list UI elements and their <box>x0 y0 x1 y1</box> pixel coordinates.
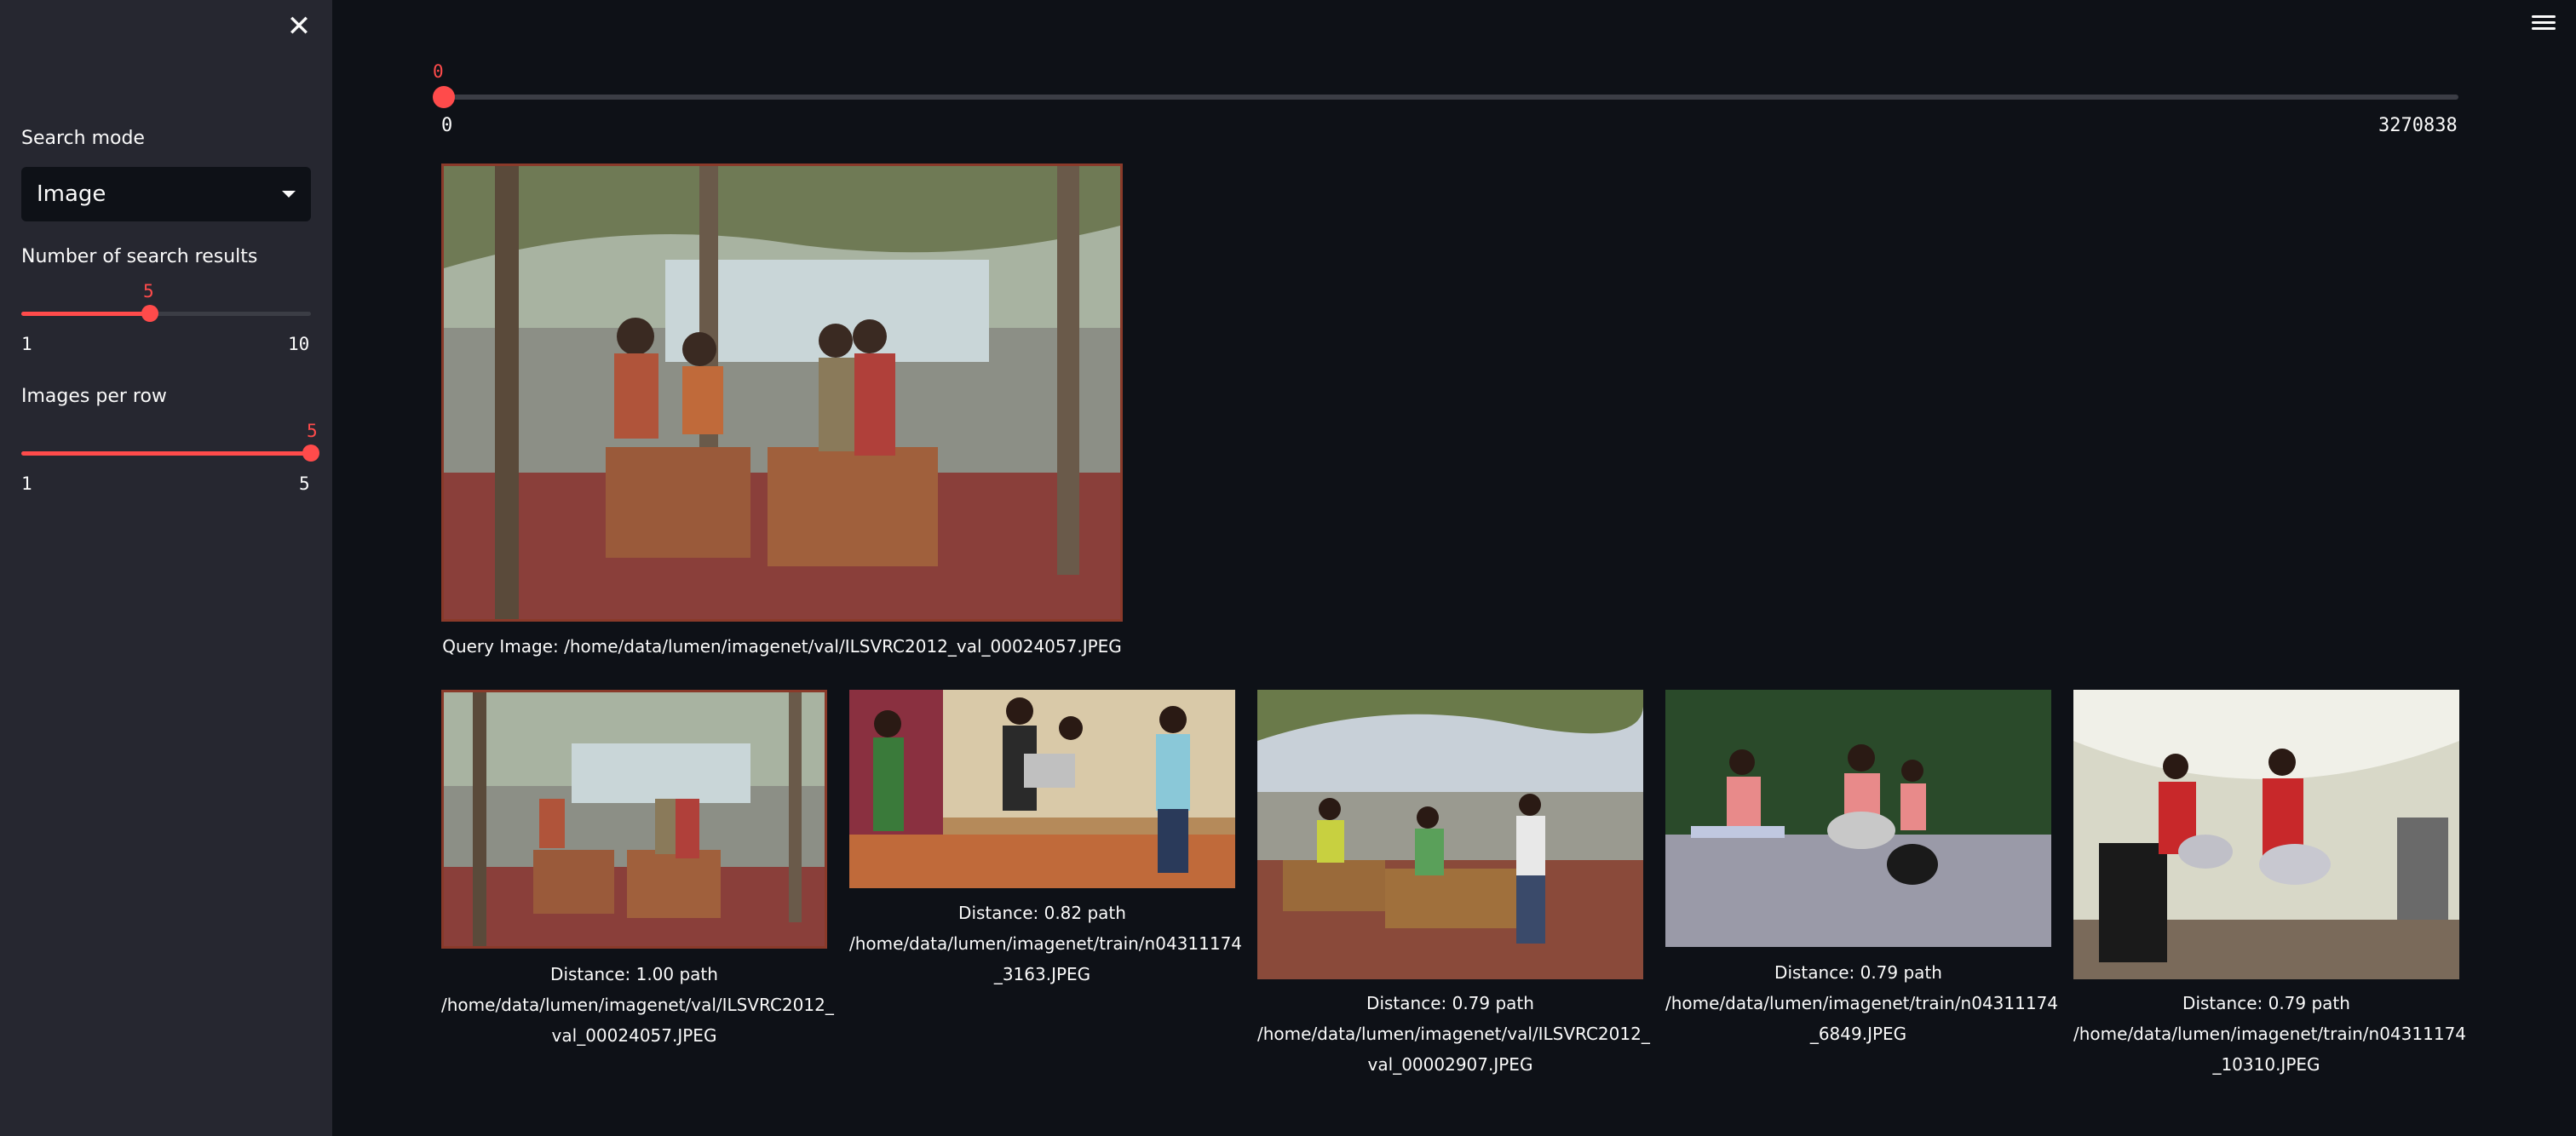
result-distance: Distance: 0.79 path <box>1366 993 1534 1013</box>
images-per-row-slider-thumb[interactable] <box>302 445 319 462</box>
images-per-row-value: 5 <box>307 421 318 441</box>
result-image-1 <box>441 690 827 949</box>
index-slider-value: 0 <box>433 61 444 82</box>
index-slider-min: 0 <box>441 115 453 136</box>
result-path-cont: val_00024057.JPEG <box>551 1025 717 1046</box>
result-distance: Distance: 0.82 path <box>958 903 1126 923</box>
result-image-3 <box>1257 690 1643 979</box>
result-path-cont: _3163.JPEG <box>993 964 1091 984</box>
search-mode-value: Image <box>37 181 106 207</box>
num-results-max: 10 <box>288 334 310 354</box>
images-per-row-max: 5 <box>299 473 310 494</box>
result-distance: Distance: 0.79 path <box>1774 962 1942 983</box>
result-path: /home/data/lumen/imagenet/train/n0431117… <box>2073 1024 2467 1044</box>
num-results-label: Number of search results <box>21 246 258 267</box>
num-results-slider-thumb[interactable] <box>141 305 158 322</box>
search-mode-label: Search mode <box>21 128 145 149</box>
result-path: /home/data/lumen/imagenet/val/ILSVRC2012… <box>1257 1024 1650 1044</box>
result-path-cont: _6849.JPEG <box>1809 1024 1907 1044</box>
num-results-slider-fill <box>21 312 150 316</box>
result-caption-1: Distance: 1.00 path /home/data/lumen/ima… <box>441 959 834 1051</box>
result-caption-2: Distance: 0.82 path /home/data/lumen/ima… <box>849 898 1243 990</box>
close-icon[interactable]: ✕ <box>285 12 313 41</box>
hamburger-menu-icon[interactable] <box>2532 12 2556 36</box>
query-image <box>441 164 1123 622</box>
num-results-value: 5 <box>143 281 154 301</box>
result-image-2 <box>849 690 1235 888</box>
result-path: /home/data/lumen/imagenet/val/ILSVRC2012… <box>441 995 834 1015</box>
result-caption-4: Distance: 0.79 path /home/data/lumen/ima… <box>1665 957 2059 1049</box>
images-per-row-slider-fill <box>21 451 311 456</box>
query-caption: Query Image: /home/data/lumen/imagenet/v… <box>442 636 1122 657</box>
index-slider[interactable] <box>433 86 2458 108</box>
result-distance: Distance: 1.00 path <box>550 964 718 984</box>
images-per-row-slider[interactable] <box>21 445 319 462</box>
index-slider-thumb[interactable] <box>433 86 455 108</box>
sidebar: ✕ Search mode Image Number of search res… <box>0 0 332 1136</box>
num-results-slider[interactable] <box>21 305 311 322</box>
search-mode-select[interactable]: Image <box>21 167 311 221</box>
images-per-row-min: 1 <box>21 473 32 494</box>
result-path: /home/data/lumen/imagenet/train/n0431117… <box>1665 993 2059 1013</box>
images-per-row-label: Images per row <box>21 386 167 407</box>
index-slider-max: 3270838 <box>2378 115 2458 136</box>
result-image-5 <box>2073 690 2459 979</box>
result-caption-3: Distance: 0.79 path /home/data/lumen/ima… <box>1257 988 1650 1080</box>
result-path-cont: _10310.JPEG <box>2212 1054 2320 1075</box>
result-path-cont: val_00002907.JPEG <box>1367 1054 1533 1075</box>
result-distance: Distance: 0.79 path <box>2182 993 2350 1013</box>
result-image-4 <box>1665 690 2051 947</box>
num-results-min: 1 <box>21 334 32 354</box>
result-caption-5: Distance: 0.79 path /home/data/lumen/ima… <box>2073 988 2467 1080</box>
result-path: /home/data/lumen/imagenet/train/n0431117… <box>849 933 1243 954</box>
chevron-down-icon <box>282 191 296 198</box>
